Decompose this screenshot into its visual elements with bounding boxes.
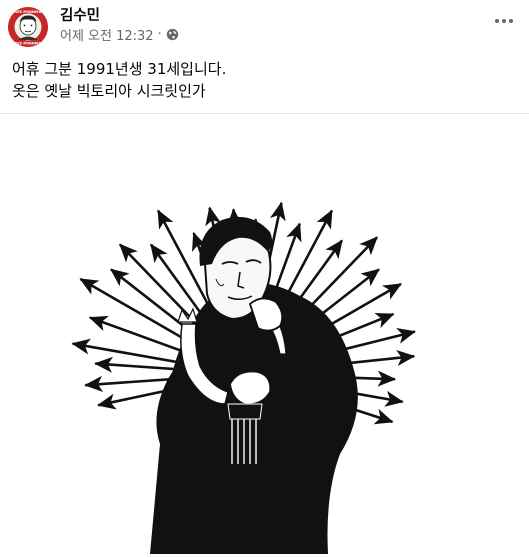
author-name[interactable]: 김수민 — [60, 4, 100, 25]
avatar-badge-top: FREE MYANMAR — [12, 10, 44, 14]
avatar-badge-bottom: FREE MYANMAR — [12, 42, 44, 46]
meta-separator: · — [157, 27, 162, 42]
avatar[interactable]: FREE MYANMAR FREE MYANMAR — [8, 7, 48, 47]
post-timestamp[interactable]: 어제 오전 12:32 — [60, 25, 154, 44]
more-options-button[interactable] — [487, 8, 521, 34]
more-dot — [495, 19, 499, 23]
more-dot — [509, 19, 513, 23]
globe-icon[interactable] — [166, 28, 179, 41]
post-message: 어휴 그분 1991년생 31세입니다. 옷은 옛날 빅토리아 시크릿인가 — [12, 58, 517, 102]
post-meta: 어제 오전 12:32 · — [60, 25, 179, 44]
post-illustration[interactable] — [0, 114, 529, 557]
post-header: FREE MYANMAR FREE MYANMAR 김수민 어제 오전 12:3… — [0, 0, 529, 52]
post-text-line: 어휴 그분 1991년생 31세입니다. — [12, 60, 227, 78]
more-dot — [502, 19, 506, 23]
avatar-image: FREE MYANMAR FREE MYANMAR — [8, 7, 48, 47]
post-text-line: 옷은 옛날 빅토리아 시크릿인가 — [12, 82, 206, 100]
